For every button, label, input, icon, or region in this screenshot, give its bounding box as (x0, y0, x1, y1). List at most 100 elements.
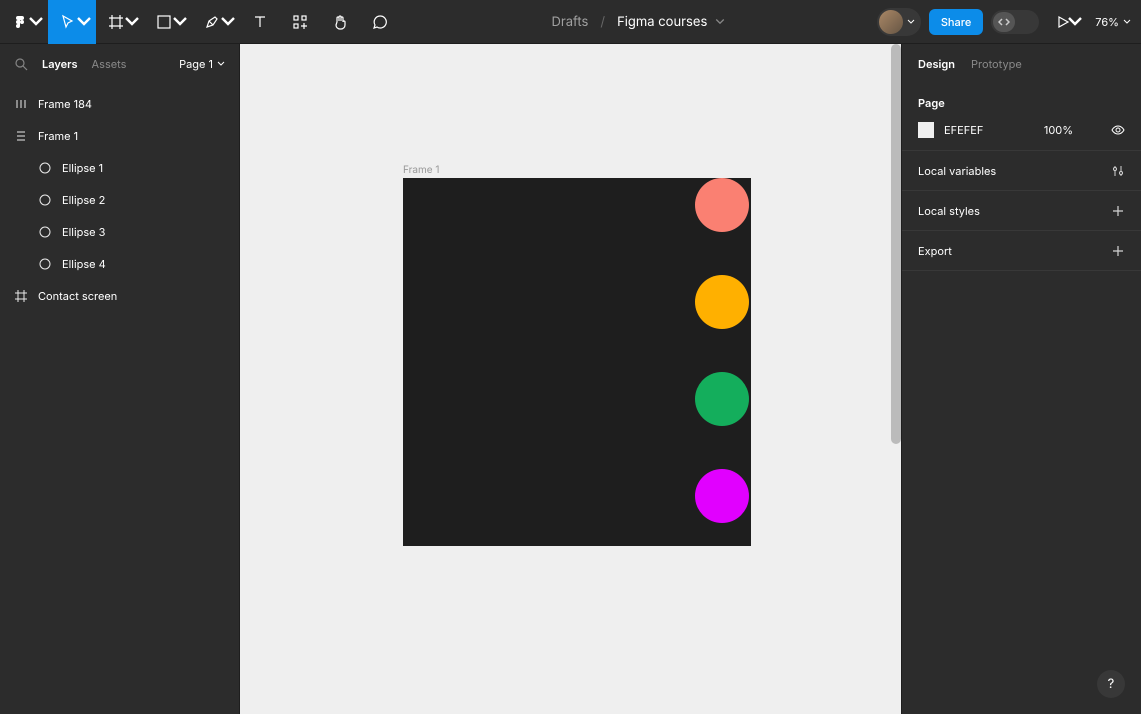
local-variables-section[interactable]: Local variables (902, 151, 1141, 191)
dev-mode-toggle[interactable] (991, 10, 1039, 34)
local-styles-label: Local styles (918, 204, 980, 218)
page-section-title: Page (918, 96, 1125, 110)
page-selector[interactable]: Page 1 (179, 57, 225, 71)
share-button[interactable]: Share (929, 9, 983, 35)
local-variables-label: Local variables (918, 164, 996, 178)
layer-item-ellipse-3[interactable]: Ellipse 3 (0, 216, 239, 248)
layer-item-ellipse-4[interactable]: Ellipse 4 (0, 248, 239, 280)
breadcrumb-parent[interactable]: Drafts (551, 14, 588, 30)
ellipse-1[interactable] (695, 178, 749, 232)
user-avatar-menu[interactable] (877, 8, 921, 36)
breadcrumb[interactable]: Drafts / Figma courses (551, 14, 725, 30)
settings-icon[interactable] (1111, 164, 1125, 178)
page-section: Page EFEFEF 100% (902, 84, 1141, 151)
main: Layers Assets Page 1 Frame 184 Frame 1 E… (0, 44, 1141, 714)
right-panel: Design Prototype Page EFEFEF 100% Local … (901, 44, 1141, 714)
left-panel-tabs: Layers Assets Page 1 (0, 44, 239, 84)
hand-tool-button[interactable] (320, 0, 360, 44)
local-styles-section[interactable]: Local styles (902, 191, 1141, 231)
hand-icon (332, 14, 348, 30)
plus-icon[interactable] (1111, 204, 1125, 218)
cursor-icon (60, 14, 76, 30)
layer-item-contact-screen[interactable]: Contact screen (0, 280, 239, 312)
color-opacity[interactable]: 100% (1044, 123, 1073, 137)
chevron-down-icon (76, 14, 92, 30)
ellipse-icon (38, 225, 52, 239)
frame-1[interactable] (403, 178, 751, 546)
zoom-control[interactable]: 76% (1095, 15, 1131, 29)
page-selector-label: Page 1 (179, 57, 213, 71)
search-icon[interactable] (14, 57, 28, 71)
chevron-down-icon (172, 14, 188, 30)
breadcrumb-separator: / (600, 14, 605, 30)
export-section[interactable]: Export (902, 231, 1141, 271)
frame-wrapper: Frame 1 (403, 164, 751, 546)
text-icon (252, 14, 268, 30)
plus-icon[interactable] (1111, 244, 1125, 258)
resources-icon (292, 14, 308, 30)
layer-item-frame-184[interactable]: Frame 184 (0, 88, 239, 120)
resources-tool-button[interactable] (280, 0, 320, 44)
shape-tool-button[interactable] (144, 0, 192, 44)
toolbar-left (0, 0, 400, 43)
toolbar: Drafts / Figma courses Share 76% (0, 0, 1141, 44)
export-label: Export (918, 244, 952, 258)
move-tool-button[interactable] (48, 0, 96, 44)
chevron-down-icon (220, 14, 236, 30)
tab-prototype[interactable]: Prototype (971, 57, 1022, 71)
toolbar-right: Share 76% (877, 0, 1141, 44)
help-button[interactable]: ? (1097, 670, 1125, 698)
color-swatch[interactable] (918, 122, 934, 138)
color-hex[interactable]: EFEFEF (944, 123, 983, 137)
chevron-down-icon (217, 60, 225, 68)
ellipse-icon (38, 193, 52, 207)
canvas[interactable]: Frame 1 (240, 44, 901, 714)
tab-design[interactable]: Design (918, 57, 955, 71)
tab-layers[interactable]: Layers (42, 57, 78, 71)
layer-list: Frame 184 Frame 1 Ellipse 1 Ellipse 2 El… (0, 84, 239, 316)
frame-label[interactable]: Frame 1 (403, 164, 751, 176)
rectangle-icon (156, 14, 172, 30)
layer-label: Frame 184 (38, 97, 92, 111)
ellipse-4[interactable] (695, 469, 749, 523)
present-button[interactable] (1047, 0, 1087, 44)
layer-item-frame-1[interactable]: Frame 1 (0, 120, 239, 152)
layer-label: Frame 1 (38, 129, 78, 143)
chevron-down-icon (1123, 18, 1131, 26)
chevron-down-icon[interactable] (715, 17, 725, 27)
breadcrumb-current[interactable]: Figma courses (617, 14, 707, 30)
figma-logo-icon (12, 14, 28, 30)
visibility-icon[interactable] (1111, 123, 1125, 137)
pen-icon (204, 14, 220, 30)
ellipse-icon (38, 257, 52, 271)
avatar (879, 10, 903, 34)
layer-label: Ellipse 2 (62, 193, 105, 207)
layer-label: Ellipse 1 (62, 161, 103, 175)
ellipse-2[interactable] (695, 275, 749, 329)
code-icon (998, 16, 1010, 28)
frame-tool-button[interactable] (96, 0, 144, 44)
dev-mode-knob (993, 12, 1015, 32)
text-tool-button[interactable] (240, 0, 280, 44)
ellipse-icon (38, 161, 52, 175)
ellipse-3[interactable] (695, 372, 749, 426)
zoom-value: 76% (1095, 15, 1119, 29)
scrollbar-vertical[interactable] (891, 44, 901, 444)
page-background-row[interactable]: EFEFEF 100% (918, 122, 1125, 138)
chevron-down-icon (124, 14, 140, 30)
help-label: ? (1108, 676, 1115, 692)
left-panel: Layers Assets Page 1 Frame 184 Frame 1 E… (0, 44, 240, 714)
chevron-down-icon (1067, 14, 1083, 30)
autolayout-vert-icon (14, 129, 28, 143)
layer-label: Contact screen (38, 289, 117, 303)
main-menu-button[interactable] (0, 0, 48, 44)
tab-assets[interactable]: Assets (92, 57, 127, 71)
frame-icon (14, 289, 28, 303)
frame-icon (108, 14, 124, 30)
right-panel-tabs: Design Prototype (902, 44, 1141, 84)
pen-tool-button[interactable] (192, 0, 240, 44)
comment-tool-button[interactable] (360, 0, 400, 44)
layer-item-ellipse-1[interactable]: Ellipse 1 (0, 152, 239, 184)
layer-item-ellipse-2[interactable]: Ellipse 2 (0, 184, 239, 216)
layer-label: Ellipse 4 (62, 257, 106, 271)
